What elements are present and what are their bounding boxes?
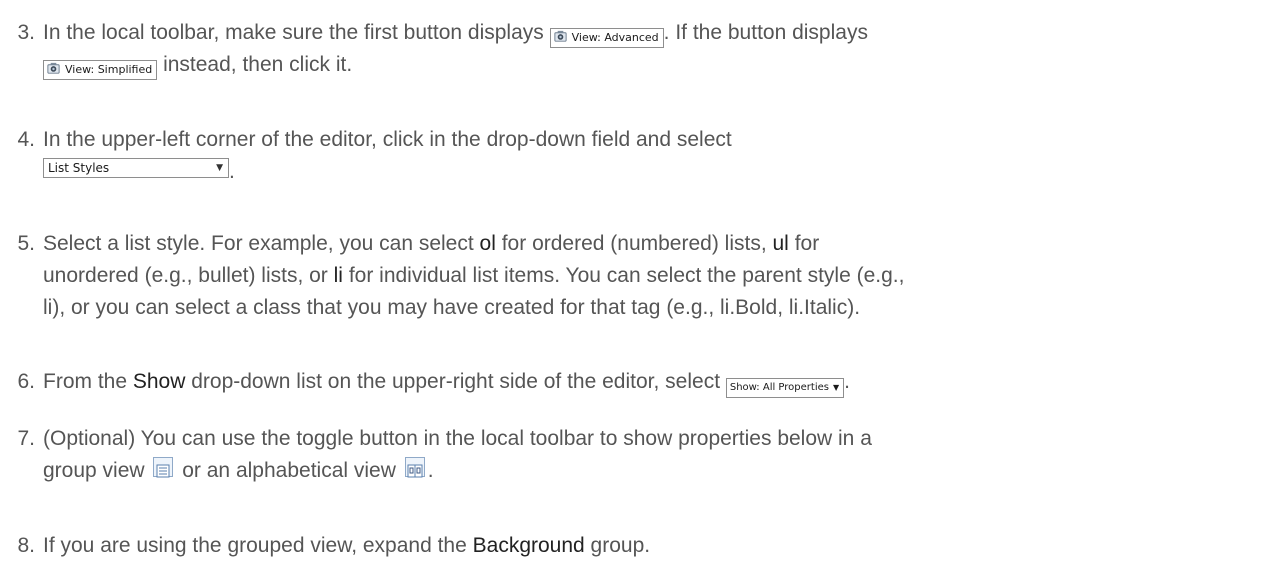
step-number: 3. xyxy=(17,21,35,44)
step-text: If you are using the grouped view, expan… xyxy=(43,530,1262,562)
step-text-part: If you are using the grouped view, expan… xyxy=(43,534,473,557)
step-number: 7. xyxy=(17,427,35,450)
keyword-li: li xyxy=(333,264,343,287)
step-number: 6. xyxy=(17,370,35,393)
step-text-part: group view xyxy=(43,459,145,482)
alphabetical-view-icon-glyph xyxy=(407,464,423,478)
step-text: In the upper-left corner of the editor, … xyxy=(43,124,1262,188)
step-text-part: li), or you can select a class that you … xyxy=(43,296,861,319)
step-text-part: drop-down list on the upper-right side o… xyxy=(185,370,721,393)
step-text-part: (Optional) You can use the toggle button… xyxy=(43,427,872,450)
step-text: In the local toolbar, make sure the firs… xyxy=(43,17,1262,81)
show-properties-value: Show: All Properties xyxy=(729,382,829,393)
step-text-part: . xyxy=(427,459,434,482)
step-text-part: for individual list items. You can selec… xyxy=(342,264,905,287)
step-text-part: . xyxy=(229,160,235,183)
view-advanced-label: View: Advanced xyxy=(571,31,659,44)
step-number: 5. xyxy=(17,232,35,255)
keyword-ul: ul xyxy=(772,232,789,255)
view-simplified-label: View: Simplified xyxy=(65,63,153,76)
view-advanced-button[interactable]: View: Advanced xyxy=(549,28,664,48)
step-text-part: for xyxy=(788,232,820,255)
step-text: (Optional) You can use the toggle button… xyxy=(43,423,1262,487)
step-text: Select a list style. For example, you ca… xyxy=(43,228,1262,324)
chevron-down-icon: ▼ xyxy=(832,383,840,392)
step-text-part: or an alphabetical view xyxy=(182,459,396,482)
step-number: 8. xyxy=(17,534,35,557)
step-text-part: . xyxy=(844,370,850,393)
show-properties-dropdown[interactable]: Show: All Properties ▼ xyxy=(725,378,845,398)
step-text-part: instead, then click it. xyxy=(163,53,353,76)
keyword-show: Show xyxy=(132,370,186,393)
step-text-part: for ordered (numbered) lists, xyxy=(495,232,773,255)
view-simplified-button[interactable]: View: Simplified xyxy=(43,60,158,80)
procedure-steps: 3. In the local toolbar, make sure the f… xyxy=(0,0,1282,565)
group-view-icon[interactable] xyxy=(153,457,174,478)
keyword-background: Background xyxy=(472,534,585,557)
group-view-icon-glyph xyxy=(156,464,170,478)
style-type-value: List Styles xyxy=(48,161,110,175)
camera-view-icon xyxy=(47,62,60,74)
alphabetical-view-icon[interactable] xyxy=(404,457,425,478)
step-text: From the Show drop-down list on the uppe… xyxy=(43,366,1262,398)
style-type-dropdown[interactable]: List Styles ▼ xyxy=(43,158,229,178)
step-text-part: Select a list style. For example, you ca… xyxy=(43,232,480,255)
step-text-part: unordered (e.g., bullet) lists, or xyxy=(43,264,334,287)
step-text-part: In the upper-left corner of the editor, … xyxy=(43,128,732,151)
step-text-part: From the xyxy=(43,370,133,393)
camera-view-icon xyxy=(554,30,567,42)
keyword-ol: ol xyxy=(479,232,496,255)
step-number: 4. xyxy=(17,128,35,151)
step-text-part: . If the button displays xyxy=(663,21,868,44)
chevron-down-icon: ▼ xyxy=(216,163,223,173)
step-text-part: group. xyxy=(584,534,651,557)
step-text-part: In the local toolbar, make sure the firs… xyxy=(43,21,544,44)
